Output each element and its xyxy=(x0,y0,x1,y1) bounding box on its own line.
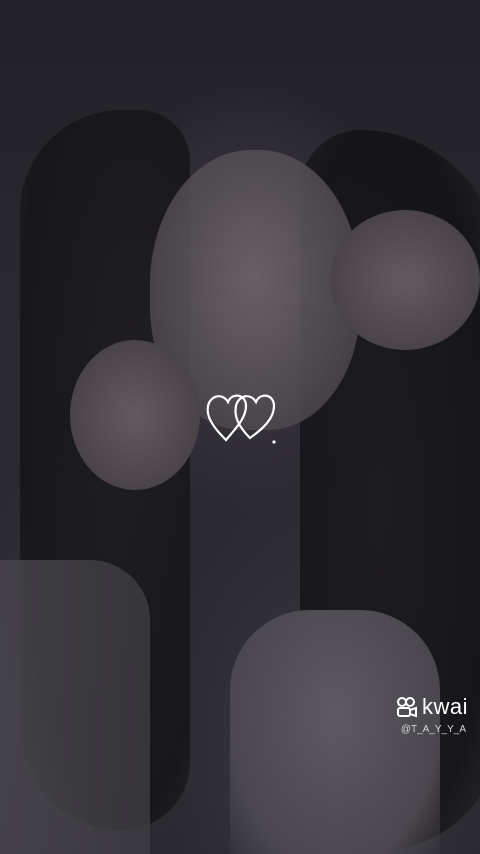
kwai-watermark: kwai @T_A_Y_Y_A xyxy=(396,694,468,735)
watermark-username: @T_A_Y_Y_A xyxy=(400,724,466,735)
watermark-brand-row: kwai xyxy=(396,694,468,720)
photo-hand-right xyxy=(330,210,480,350)
video-frame[interactable]: kwai @T_A_Y_Y_A xyxy=(0,0,480,854)
interlocked-hearts-icon xyxy=(206,394,276,444)
photo-hand-left xyxy=(70,340,200,490)
watermark-brand: kwai xyxy=(421,694,468,719)
kwai-logo-icon xyxy=(396,697,417,718)
photo-sleeve xyxy=(0,560,150,854)
